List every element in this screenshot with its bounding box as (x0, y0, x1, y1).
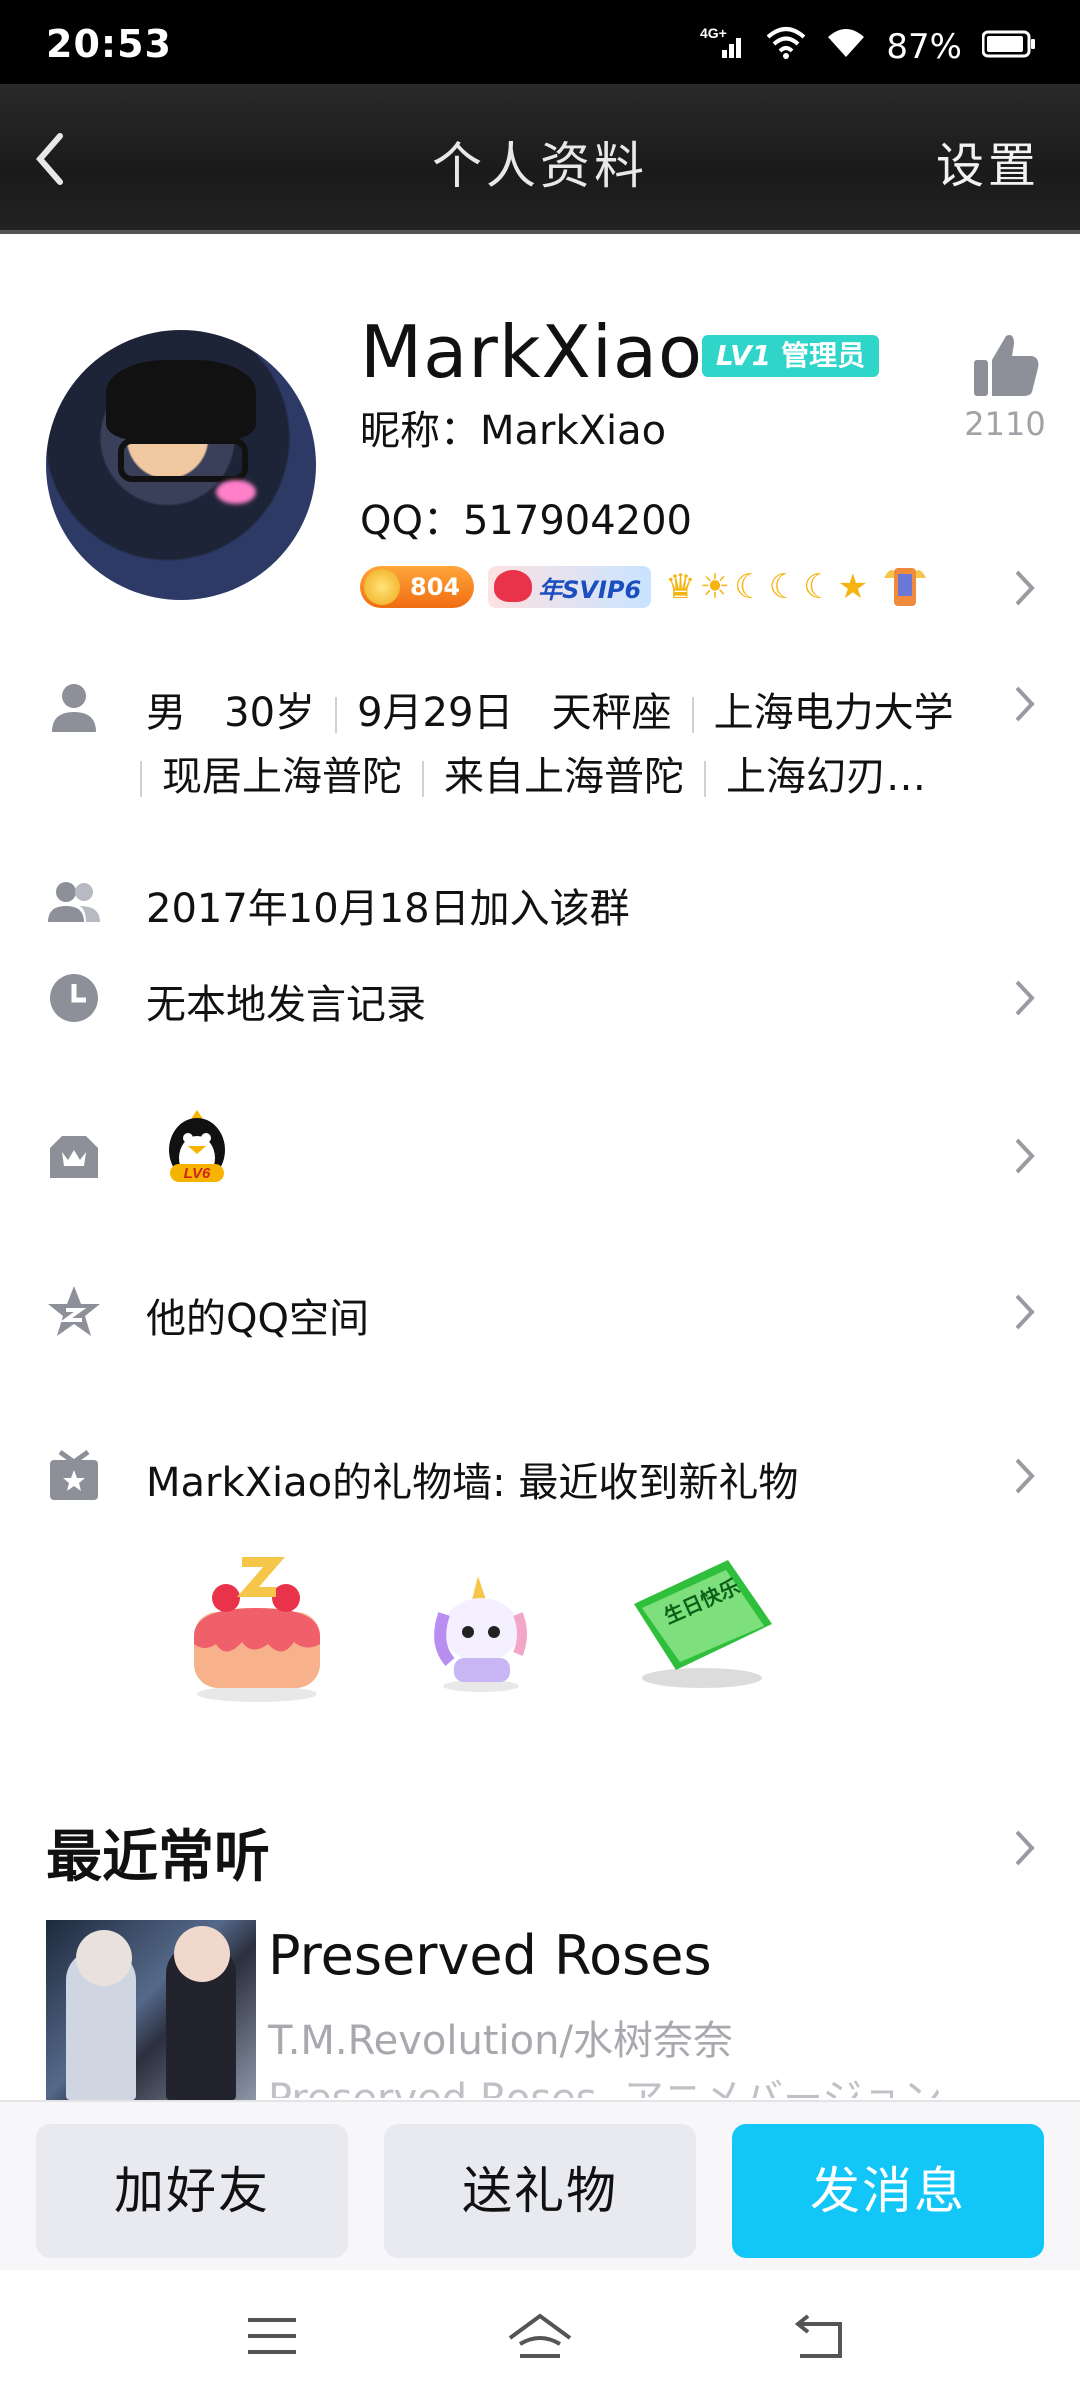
like-button[interactable] (970, 330, 1042, 400)
qq-penguin-level-icon[interactable]: LV6 (160, 1108, 234, 1194)
coin-badge: 804 (360, 566, 475, 608)
settings-button[interactable]: 设置 (936, 126, 1040, 196)
chevron-right-icon[interactable] (1012, 1826, 1038, 1870)
clock-icon (50, 974, 98, 1022)
moon-icon: ☾ (803, 567, 834, 607)
send-message-button[interactable]: 发消息 (732, 2124, 1044, 2258)
chevron-right-icon[interactable] (1012, 1290, 1038, 1334)
star-icon: ★ (837, 567, 869, 607)
back-nav-icon[interactable] (790, 2310, 850, 2362)
avatar[interactable] (46, 330, 316, 600)
status-time: 20:53 (46, 22, 172, 66)
svg-text:4G+: 4G+ (700, 25, 727, 41)
gift-wall-link[interactable]: MarkXiao的礼物墙: 最近收到新礼物 (146, 1450, 798, 1508)
info-basic: 男 30岁 9月29日 天秤座 上海电力大学 (146, 680, 954, 738)
action-bar: 加好友 送礼物 发消息 (0, 2100, 1080, 2270)
unicorn-gift-icon[interactable] (426, 1574, 536, 1698)
join-date: 2017年10月18日加入该群 (146, 886, 630, 932)
birthday-card-gift-icon[interactable]: 生日快乐 (628, 1554, 778, 1698)
info-school: 上海电力大学 (713, 690, 954, 736)
divider (335, 697, 338, 733)
qq-level-icons: ♛ ☀ ☾ ☾ ☾ ★ (665, 567, 868, 607)
chevron-right-icon[interactable] (1012, 1134, 1038, 1178)
sun-icon: ☀ (699, 567, 731, 607)
vip-badges[interactable]: 804 年SVIP6 ♛ ☀ ☾ ☾ ☾ ★ (360, 562, 928, 612)
gift-box-icon (50, 1449, 98, 1500)
crown-icon: ♛ (665, 567, 696, 607)
info-company: 上海幻刃… (726, 754, 926, 800)
album-head-right (174, 1926, 230, 1982)
status-icons: 4G+ 87% (700, 24, 1036, 69)
info-birthday: 9月29日 (357, 690, 514, 736)
svip-hat-icon (494, 570, 533, 602)
page-title: 个人资料 (432, 137, 648, 195)
info-residence: 现居上海普陀 (162, 754, 402, 800)
qzone-link[interactable]: 他的QQ空间 (146, 1286, 369, 1344)
song-title[interactable]: Preserved Roses (268, 1924, 712, 1987)
svip-badge: 年SVIP6 (488, 566, 652, 608)
thumbs-up-icon (974, 335, 1039, 396)
chevron-right-icon[interactable] (1012, 976, 1038, 1020)
wifi-icon (826, 25, 866, 68)
avatar-hair (106, 360, 256, 440)
qq-number: QQ：517904200 (360, 498, 693, 544)
vip-crown-box-icon (50, 1136, 98, 1178)
send-gift-button[interactable]: 送礼物 (384, 2124, 696, 2258)
person-icon (52, 684, 96, 732)
nickname: 昵称：MarkXiao (360, 408, 667, 454)
profile-name: MarkXiao (360, 310, 704, 394)
status-bar: 20:53 4G+ 87% (0, 0, 1080, 84)
speech-record[interactable]: 无本地发言记录 (146, 972, 426, 1030)
avatar-blush (216, 480, 256, 504)
coin-badge-value: 804 (410, 573, 461, 601)
group-members-icon (48, 882, 100, 922)
recent-music-title: 最近常听 (46, 1825, 270, 1890)
info-hometown: 来自上海普陀 (444, 754, 684, 800)
penguin-level-text: LV6 (184, 1165, 211, 1182)
level-badge-text: LV1 (716, 339, 772, 372)
album-cover[interactable] (46, 1920, 256, 2100)
info-age: 30岁 (224, 690, 316, 736)
level-role-badge: LV1 管理员 (702, 335, 880, 377)
angel-phone-icon (882, 560, 928, 614)
info-zodiac: 天秤座 (551, 690, 672, 736)
moon-icon: ☾ (768, 567, 800, 607)
moon-icon: ☾ (734, 567, 765, 607)
role-badge-text: 管理员 (781, 339, 866, 372)
chevron-right-icon[interactable] (1012, 682, 1038, 726)
battery-percent: 87% (886, 26, 962, 67)
divider (691, 697, 694, 733)
home-icon[interactable] (506, 2310, 574, 2362)
divider (422, 761, 424, 797)
info-gender: 男 (146, 690, 186, 736)
chevron-right-icon[interactable] (1012, 1454, 1038, 1498)
title-bar: 个人资料 设置 (0, 84, 1080, 234)
avatar-glasses (118, 438, 248, 482)
system-nav-bar (0, 2272, 1080, 2400)
song-artist: T.M.Revolution/水树奈奈 (268, 2018, 733, 2064)
coin-icon (364, 569, 400, 605)
song-album: Preserved Roses -アニメバージョン- (268, 2072, 957, 2098)
menu-icon[interactable] (242, 2310, 302, 2362)
divider (704, 761, 706, 797)
svip-badge-text: 年SVIP6 (538, 575, 642, 604)
cake-gift-icon[interactable] (182, 1548, 332, 1708)
album-head-left (76, 1930, 132, 1986)
qzone-star-icon (48, 1286, 100, 1336)
chevron-right-icon[interactable] (1012, 566, 1038, 610)
like-count: 2110 (964, 405, 1046, 443)
divider (140, 761, 142, 797)
info-location: 现居上海普陀 来自上海普陀 上海幻刃… (140, 744, 926, 802)
signal-icon: 4G+ (700, 24, 746, 69)
hotspot-icon (766, 25, 806, 68)
battery-icon (981, 27, 1036, 67)
add-friend-button[interactable]: 加好友 (36, 2124, 348, 2258)
